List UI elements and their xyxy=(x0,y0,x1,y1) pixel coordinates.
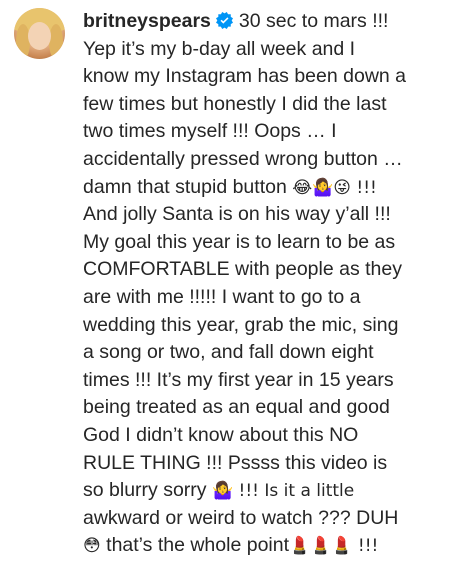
avatar-hair-left xyxy=(16,24,30,59)
username-link[interactable]: britneyspears xyxy=(83,10,211,32)
emoji-lipstick: 💄💄💄 !!! xyxy=(289,536,379,557)
caption-line: damn that stupid button 😂🤷‍♀️😜 !!! xyxy=(83,174,463,202)
emoji-laugh-shrug-wink: 😂🤷‍♀️😜 !!! xyxy=(292,177,377,198)
caption-line: britneyspears 30 sec to mars !!! xyxy=(83,10,389,32)
caption-line: Yep it’s my b-day all week and I xyxy=(83,37,356,60)
caption-line: are with me !!!!! I want to go to a xyxy=(83,285,361,308)
caption-line: being treated as an equal and good xyxy=(83,396,390,419)
caption-line: RULE THING !!! Pssss this video is xyxy=(83,451,388,474)
verified-badge-icon xyxy=(215,12,233,29)
caption-line: so blurry sorry 🤷‍♀️ !!! Is it a little xyxy=(83,477,463,505)
caption-text: britneyspears 30 sec to mars !!! Yep it’… xyxy=(83,8,463,560)
avatar[interactable] xyxy=(14,8,65,59)
caption-line: My goal this year is to learn to be as xyxy=(83,230,396,253)
caption-line: few times but honestly I did the last xyxy=(83,92,387,115)
caption-line: know my Instagram has been down a xyxy=(83,65,407,88)
caption-line: COMFORTABLE with people as they xyxy=(83,258,402,281)
caption-line: times !!! It’s my first year in 15 years xyxy=(83,368,394,391)
caption-line: two times myself !!! Oops … I xyxy=(83,120,337,143)
avatar-hair-right xyxy=(49,24,63,59)
instagram-post-caption: britneyspears 30 sec to mars !!! Yep it’… xyxy=(0,0,474,556)
caption-line: a song or two, and fall down eight xyxy=(83,341,374,364)
caption-line: accidentally pressed wrong button … xyxy=(83,147,403,170)
caption-line: awkward or weird to watch ??? DUH xyxy=(83,506,399,529)
emoji-shrug: 🤷‍♀️ !!! Is it a little xyxy=(211,481,355,502)
caption-line: God I didn’t know about this NO xyxy=(83,423,359,446)
caption-line: And jolly Santa is on his way y’all !!! xyxy=(83,203,391,226)
avatar-face xyxy=(28,22,51,50)
caption-line: wedding this year, grab the mic, sing xyxy=(83,313,399,336)
emoji-flushed-face: 😳 xyxy=(83,536,101,557)
